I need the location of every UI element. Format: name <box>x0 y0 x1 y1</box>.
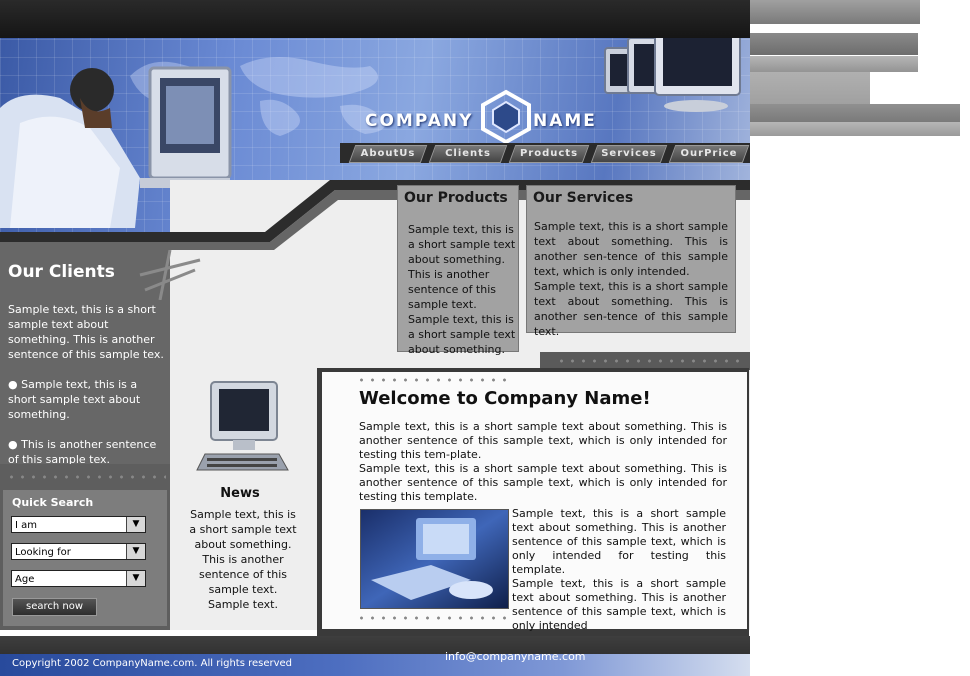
chevron-down-icon[interactable]: ▼ <box>126 517 145 532</box>
news-text: Sample text, this is a short sample text… <box>189 508 297 611</box>
select-looking-for-value: Looking for <box>15 547 71 558</box>
products-text: Sample text, this is a short sample text… <box>408 223 516 356</box>
logo-word-company: COMPANY <box>365 111 474 131</box>
services-text-1: Sample text, this is a short sample text… <box>534 220 728 278</box>
star-decoration-icon <box>139 250 201 300</box>
decor-bar-6 <box>750 122 960 136</box>
computer-icon <box>196 381 289 471</box>
search-now-button[interactable]: search now <box>12 598 97 616</box>
office-photo-graphic <box>361 510 508 608</box>
quick-search-title: Quick Search <box>12 496 94 509</box>
office-photo-image <box>360 509 509 609</box>
clients-bullet-1-text: Sample text, this is a short sample text… <box>8 378 141 421</box>
clients-bullet-2-text: This is another sentence of this sample … <box>8 438 157 466</box>
welcome-dots-bottom <box>356 615 508 621</box>
products-title: Our Products <box>404 190 508 206</box>
decor-bar-1 <box>750 0 920 24</box>
news-title: News <box>220 486 260 501</box>
select-looking-for[interactable]: Looking for ▼ <box>11 543 146 560</box>
quick-search-dots <box>6 474 166 480</box>
clients-bullet-2: ● This is another sentence of this sampl… <box>8 438 157 466</box>
services-text-2: Sample text, this is a short sample text… <box>534 280 728 338</box>
welcome-top-dots <box>556 358 746 364</box>
logo-cube-icon <box>481 89 531 145</box>
select-i-am-value: I am <box>15 520 37 531</box>
welcome-text: Sample text, this is a short sample text… <box>359 420 727 504</box>
email-link[interactable]: info@companyname.com <box>445 650 586 663</box>
decor-bar-5 <box>750 104 960 122</box>
select-i-am[interactable]: I am ▼ <box>11 516 146 533</box>
monitors-graphic <box>604 38 741 112</box>
welcome-paragraph-2: Sample text, this is a short sample text… <box>359 462 727 503</box>
clients-bullet-1: ● Sample text, this is a short sample te… <box>8 378 141 421</box>
select-age-value: Age <box>15 574 35 585</box>
clients-title: Our Clients <box>8 262 115 282</box>
clients-paragraph: Sample text, this is a short sample text… <box>8 303 164 361</box>
chevron-down-icon[interactable]: ▼ <box>126 544 145 559</box>
chevron-down-icon[interactable]: ▼ <box>126 571 145 586</box>
copyright-text: Copyright 2002 CompanyName.com. All righ… <box>12 658 293 669</box>
welcome-dots-top <box>356 377 508 383</box>
logo-word-name: NAME <box>533 111 597 131</box>
top-band <box>0 0 750 38</box>
clients-text: Sample text, this is a short sample text… <box>8 302 166 482</box>
decor-bar-3 <box>750 56 918 72</box>
welcome-side-paragraph-1: Sample text, this is a short sample text… <box>512 507 726 576</box>
welcome-title: Welcome to Company Name! <box>359 388 651 409</box>
welcome-side-text: Sample text, this is a short sample text… <box>512 507 726 633</box>
welcome-side-paragraph-2: Sample text, this is a short sample text… <box>512 577 726 632</box>
decor-bar-4 <box>750 72 870 105</box>
welcome-paragraph-1: Sample text, this is a short sample text… <box>359 420 727 461</box>
decor-bar-2 <box>750 33 918 55</box>
products-box: Our Products Sample text, this is a shor… <box>397 185 519 356</box>
select-age[interactable]: Age ▼ <box>11 570 146 587</box>
services-text: Sample text, this is a short sample text… <box>534 219 728 339</box>
services-title: Our Services <box>533 190 634 206</box>
services-box: Our Services Sample text, this is a shor… <box>526 185 736 338</box>
